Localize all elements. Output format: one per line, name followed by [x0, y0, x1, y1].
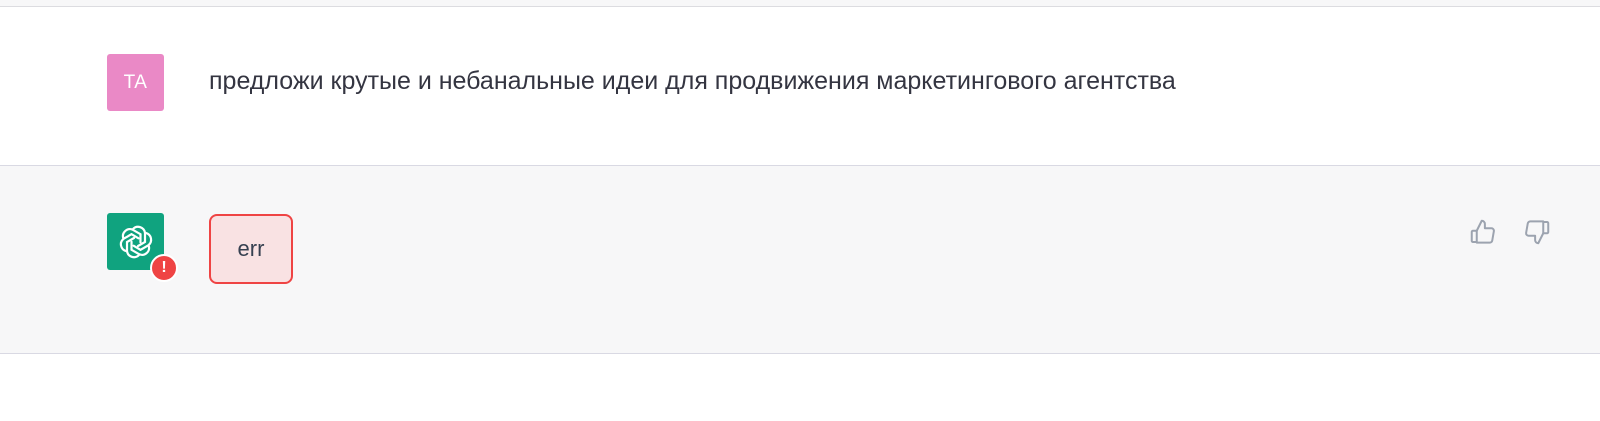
top-divider: [0, 0, 1600, 7]
user-message-text: предложи крутые и небанальные идеи для п…: [209, 67, 1176, 95]
user-avatar: TA: [107, 54, 164, 111]
thumbs-down-icon: [1525, 220, 1550, 245]
user-message: TA предложи крутые и небанальные идеи дл…: [0, 7, 1600, 166]
openai-logo-icon: [119, 225, 152, 258]
thumbs-up-icon: [1470, 219, 1495, 244]
error-message-box: err: [209, 214, 293, 284]
thumbs-down-button[interactable]: [1521, 216, 1553, 248]
error-badge-icon: !: [150, 254, 178, 282]
assistant-message: ! err: [0, 166, 1600, 354]
chat-page: TA предложи крутые и небанальные идеи дл…: [0, 0, 1600, 421]
feedback-buttons: [1467, 216, 1553, 248]
thumbs-up-button[interactable]: [1467, 216, 1499, 248]
